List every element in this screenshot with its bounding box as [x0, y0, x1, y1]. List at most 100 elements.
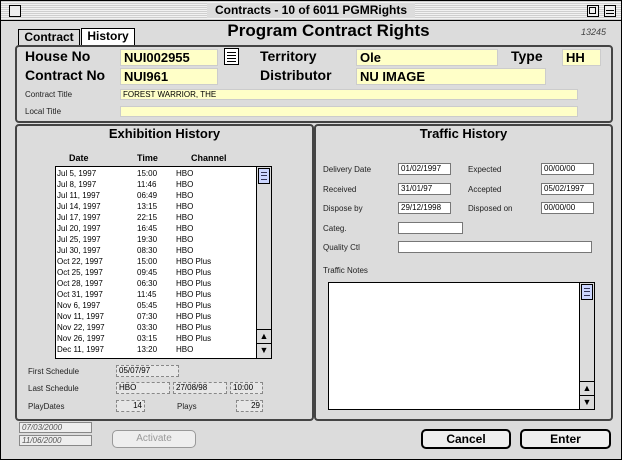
- collapse-box-icon[interactable]: [604, 5, 616, 17]
- zoom-box-icon[interactable]: [587, 5, 599, 17]
- contract-no-field[interactable]: NUI961: [120, 68, 218, 85]
- table-row[interactable]: Nov 6, 1997 05:45 HBO Plus: [56, 300, 256, 311]
- created-date: 07/03/2000: [19, 422, 92, 433]
- cell-channel: HBO Plus: [176, 334, 212, 343]
- title-bar[interactable]: Contracts - 10 of 6011 PGMRights: [1, 1, 621, 21]
- delivery-date-field[interactable]: 01/02/1997: [398, 163, 451, 175]
- cell-time: 03:15: [137, 334, 158, 343]
- house-no-label: House No: [25, 48, 91, 64]
- cell-channel: HBO: [176, 246, 194, 255]
- cell-time: 16:45: [137, 224, 158, 233]
- scroll-down-arrow-icon[interactable]: ▼: [257, 343, 271, 357]
- table-row[interactable]: Oct 22, 1997 15:00 HBO Plus: [56, 256, 256, 267]
- scroll-thumb[interactable]: [258, 168, 270, 184]
- exhibition-scrollbar[interactable]: ▲ ▼: [256, 167, 271, 358]
- territory-field[interactable]: Ole: [356, 49, 498, 66]
- window-title: Contracts - 10 of 6011 PGMRights: [206, 3, 416, 18]
- cell-time: 06:30: [137, 279, 158, 288]
- cell-channel: HBO Plus: [176, 301, 212, 310]
- table-row[interactable]: Jul 14, 1997 13:15 HBO: [56, 201, 256, 212]
- plays-label: Plays: [177, 402, 197, 411]
- expected-label: Expected: [468, 165, 502, 174]
- table-row[interactable]: Nov 26, 1997 03:15 HBO Plus: [56, 333, 256, 344]
- cell-channel: HBO Plus: [176, 312, 212, 321]
- traffic-notes-label: Traffic Notes: [323, 266, 368, 275]
- local-title-field[interactable]: [120, 106, 578, 117]
- cell-channel: HBO: [176, 235, 194, 244]
- cell-time: 07:30: [137, 312, 158, 321]
- cell-time: 11:45: [137, 290, 157, 299]
- col-time-header: Time: [137, 153, 158, 163]
- exhibition-title: Exhibition History: [108, 126, 221, 141]
- cell-channel: HBO: [176, 224, 194, 233]
- distributor-field[interactable]: NU IMAGE: [356, 68, 546, 85]
- expected-field[interactable]: 00/00/00: [541, 163, 594, 175]
- cell-channel: HBO Plus: [176, 279, 212, 288]
- cell-date: Nov 22, 1997: [57, 323, 105, 332]
- categ-field[interactable]: [398, 222, 463, 234]
- table-row[interactable]: Jul 30, 1997 08:30 HBO: [56, 245, 256, 256]
- accepted-field[interactable]: 05/02/1997: [541, 183, 594, 195]
- cell-date: Jul 11, 1997: [57, 191, 100, 200]
- table-row[interactable]: Nov 11, 1997 07:30 HBO Plus: [56, 311, 256, 322]
- traffic-title: Traffic History: [419, 126, 508, 141]
- table-row[interactable]: Jul 25, 1997 19:30 HBO: [56, 234, 256, 245]
- type-field[interactable]: HH: [562, 49, 601, 66]
- disposed-on-field[interactable]: 00/00/00: [541, 202, 594, 214]
- notes-scroll-down-arrow-icon[interactable]: ▼: [580, 395, 594, 409]
- contract-title-field[interactable]: FOREST WARRIOR, THE: [120, 89, 578, 100]
- exhibition-list[interactable]: Jul 5, 1997 15:00 HBO Jul 8, 1997 11:46 HBO Ju…: [55, 166, 272, 359]
- cell-time: 03:30: [137, 323, 158, 332]
- disposed-on-label: Disposed on: [468, 204, 513, 213]
- cell-channel: HBO: [176, 180, 194, 189]
- close-box-icon[interactable]: [9, 5, 21, 17]
- quality-field[interactable]: [398, 241, 592, 253]
- first-schedule-field: 05/07/97: [116, 365, 179, 377]
- table-row[interactable]: Jul 8, 1997 11:46 HBO: [56, 179, 256, 190]
- table-row[interactable]: Jul 5, 1997 15:00 HBO: [56, 168, 256, 179]
- cell-date: Nov 11, 1997: [57, 312, 104, 321]
- cell-time: 11:46: [137, 180, 157, 189]
- dispose-by-field[interactable]: 29/12/1998: [398, 202, 451, 214]
- notes-scroll-up-arrow-icon[interactable]: ▲: [580, 381, 594, 395]
- activate-button[interactable]: Activate: [112, 430, 196, 448]
- table-row[interactable]: Dec 11, 1997 13:20 HBO: [56, 344, 256, 355]
- received-field[interactable]: 31/01/97: [398, 183, 451, 195]
- cell-date: Jul 30, 1997: [57, 246, 101, 255]
- cell-time: 08:30: [137, 246, 158, 255]
- table-row[interactable]: Oct 28, 1997 06:30 HBO Plus: [56, 278, 256, 289]
- document-icon[interactable]: [224, 48, 239, 65]
- table-row[interactable]: Oct 31, 1997 11:45 HBO Plus: [56, 289, 256, 300]
- table-row[interactable]: Nov 22, 1997 03:30 HBO Plus: [56, 322, 256, 333]
- received-label: Received: [323, 185, 357, 194]
- table-row[interactable]: Oct 25, 1997 09:45 HBO Plus: [56, 267, 256, 278]
- traffic-notes-field[interactable]: ▲ ▼: [328, 282, 595, 410]
- cell-date: Jul 17, 1997: [57, 213, 101, 222]
- cell-channel: HBO Plus: [176, 323, 212, 332]
- play-dates-label: PlayDates: [28, 402, 65, 411]
- cell-time: 13:15: [137, 202, 158, 211]
- notes-scrollbar[interactable]: ▲ ▼: [579, 283, 594, 409]
- cancel-button[interactable]: Cancel: [421, 429, 511, 449]
- cell-channel: HBO: [176, 345, 194, 354]
- tab-history[interactable]: History: [81, 28, 135, 46]
- cell-date: Jul 5, 1997: [57, 169, 97, 178]
- scroll-up-arrow-icon[interactable]: ▲: [257, 329, 271, 343]
- record-code: 13245: [581, 27, 607, 37]
- cell-time: 06:49: [137, 191, 158, 200]
- table-row[interactable]: Jul 17, 1997 22:15 HBO: [56, 212, 256, 223]
- quality-label: Quality Ctl: [323, 243, 360, 252]
- type-label: Type: [511, 48, 543, 64]
- categ-label: Categ.: [323, 224, 347, 233]
- contract-title-label: Contract Title: [25, 90, 73, 99]
- cell-channel: HBO Plus: [176, 257, 212, 266]
- table-row[interactable]: Jul 11, 1997 06:49 HBO: [56, 190, 256, 201]
- cell-time: 05:45: [137, 301, 158, 310]
- house-no-field[interactable]: NUI002955: [120, 49, 218, 66]
- cell-time: 15:00: [137, 169, 158, 178]
- table-row[interactable]: Jul 20, 1997 16:45 HBO: [56, 223, 256, 234]
- notes-scroll-thumb[interactable]: [581, 284, 593, 300]
- tab-contract[interactable]: Contract: [18, 29, 80, 46]
- enter-button[interactable]: Enter: [520, 429, 611, 449]
- accepted-label: Accepted: [468, 185, 502, 194]
